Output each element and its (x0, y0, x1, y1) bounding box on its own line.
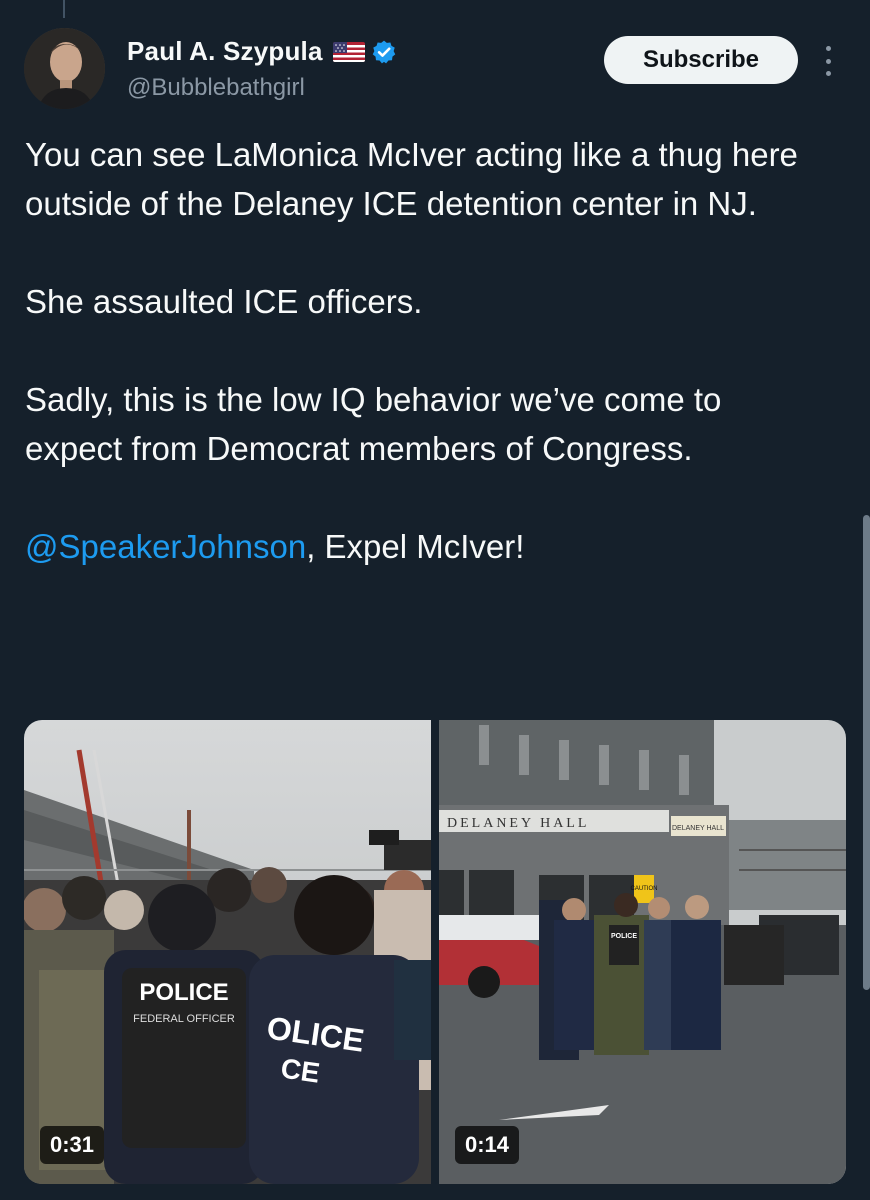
tweet-paragraph: She assaulted ICE officers. (25, 283, 423, 320)
building-sign-text: DELANEY HALL (447, 816, 589, 831)
author-name-text[interactable]: Paul A. Szypula (127, 36, 323, 67)
jacket-ice-label: CE (279, 1053, 322, 1089)
vest-federal-label: FEDERAL OFFICER (133, 1013, 235, 1025)
video-duration-badge: 0:14 (455, 1126, 520, 1164)
author-avatar[interactable] (24, 28, 105, 109)
subscribe-button[interactable]: Subscribe (604, 36, 798, 84)
avatar-photo (24, 28, 105, 109)
video-frame-building: DELANEY HALL DELANEY HALL CAUTION POLICE (439, 720, 846, 1184)
author-handle[interactable]: @Bubblebathgirl (127, 74, 305, 102)
tweet-text: You can see LaMonica McIver acting like … (25, 130, 825, 571)
mention-link[interactable]: @SpeakerJohnson (25, 528, 306, 565)
verified-badge-icon (371, 39, 397, 65)
vest-police-label-2: POLICE (611, 933, 637, 940)
closing-text: , Expel McIver! (306, 528, 525, 565)
vest-police-label: POLICE (139, 979, 228, 1006)
tweet-paragraph: Sadly, this is the low IQ behavior we’ve… (25, 381, 722, 467)
small-sign-text: DELANEY HALL (672, 825, 724, 832)
more-vertical-icon[interactable] (820, 46, 836, 76)
video-thumbnail-2[interactable]: DELANEY HALL DELANEY HALL CAUTION POLICE (439, 720, 846, 1184)
tweet-closing-line: @SpeakerJohnson, Expel McIver! (25, 522, 825, 571)
tweet-paragraph: You can see LaMonica McIver acting like … (25, 136, 798, 222)
video-duration-badge: 0:31 (40, 1126, 105, 1164)
media-grid: POLICE FEDERAL OFFICER OLICE CE 0:31 DEL… (24, 720, 846, 1184)
video-frame-crowd: POLICE FEDERAL OFFICER OLICE CE (24, 720, 431, 1184)
us-flag-icon (332, 41, 365, 62)
scrollbar[interactable] (863, 515, 870, 990)
thread-connector-line (63, 0, 65, 18)
caution-sign-text: CAUTION (631, 886, 658, 892)
video-thumbnail-1[interactable]: POLICE FEDERAL OFFICER OLICE CE 0:31 (24, 720, 431, 1184)
author-name[interactable]: Paul A. Szypula (127, 36, 397, 67)
